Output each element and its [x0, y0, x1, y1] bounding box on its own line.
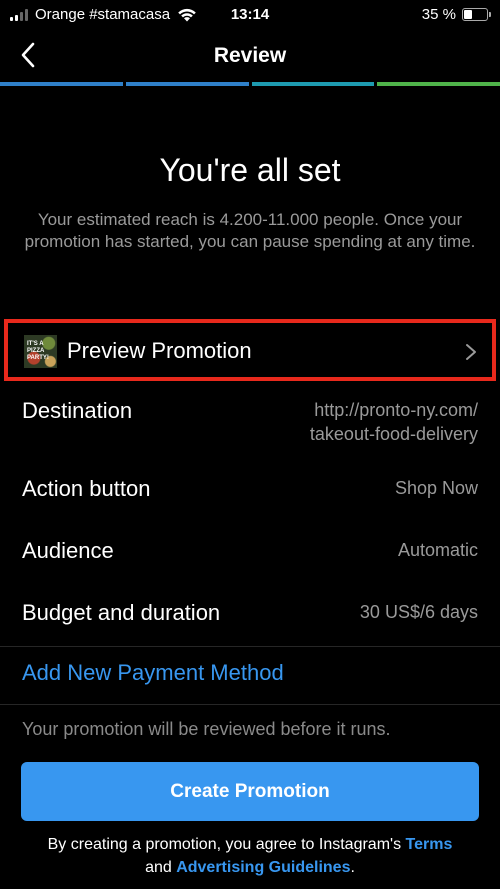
- page-title: Review: [213, 44, 287, 67]
- destination-label: Destination: [22, 398, 133, 423]
- create-promotion-button[interactable]: Create Promotion: [21, 762, 479, 821]
- battery-fill: [464, 10, 472, 19]
- action-button-label: Action button: [22, 476, 151, 501]
- battery-icon: [462, 8, 491, 21]
- progress-step-3: [251, 82, 375, 86]
- audience-value: Automatic: [397, 540, 478, 560]
- review-note: Your promotion will be reviewed before i…: [22, 719, 391, 739]
- navigation-bar: Review: [0, 30, 500, 82]
- legal-text: By creating a promotion, you agree to In…: [20, 833, 480, 879]
- hero-subtitle: Your estimated reach is 4.200-11.000 peo…: [24, 210, 476, 251]
- audience-label: Audience: [22, 538, 114, 563]
- divider: [0, 646, 500, 647]
- battery-percent: 35 %: [421, 6, 456, 23]
- action-button-value: Shop Now: [394, 478, 478, 498]
- hero-title: You're all set: [159, 152, 341, 188]
- thumbnail-text: IT'S A PIZZA PARTY!: [27, 341, 49, 361]
- destination-value: http://pronto-ny.com/ takeout-food-deliv…: [310, 398, 478, 446]
- destination-value-line2: takeout-food-delivery: [309, 424, 478, 444]
- preview-promotion-row[interactable]: IT'S A PIZZA PARTY! Preview Promotion: [4, 319, 496, 381]
- promotion-thumbnail: IT'S A PIZZA PARTY!: [24, 335, 57, 368]
- progress-step-4: [377, 82, 500, 86]
- legal-prefix: By creating a promotion, you agree to In…: [47, 836, 406, 853]
- legal-middle: and: [145, 859, 177, 876]
- budget-duration-value: 30 US$/6 days: [359, 602, 478, 622]
- progress-step-1: [0, 82, 123, 86]
- chevron-right-icon: [466, 344, 476, 360]
- preview-promotion-label: Preview Promotion: [67, 338, 252, 363]
- progress-step-2: [125, 82, 249, 86]
- step-progress: [0, 82, 500, 86]
- destination-value-line1: http://pronto-ny.com/: [314, 400, 478, 420]
- advertising-guidelines-link[interactable]: Advertising Guidelines: [176, 859, 350, 876]
- status-bar: Orange #stamacasa 13:14 35 %: [0, 0, 500, 30]
- status-right: 35 %: [421, 6, 491, 23]
- divider: [0, 704, 500, 705]
- budget-duration-label: Budget and duration: [22, 600, 221, 625]
- legal-suffix: .: [350, 859, 355, 876]
- add-payment-method-link[interactable]: Add New Payment Method: [22, 660, 284, 686]
- terms-link[interactable]: Terms: [406, 836, 453, 853]
